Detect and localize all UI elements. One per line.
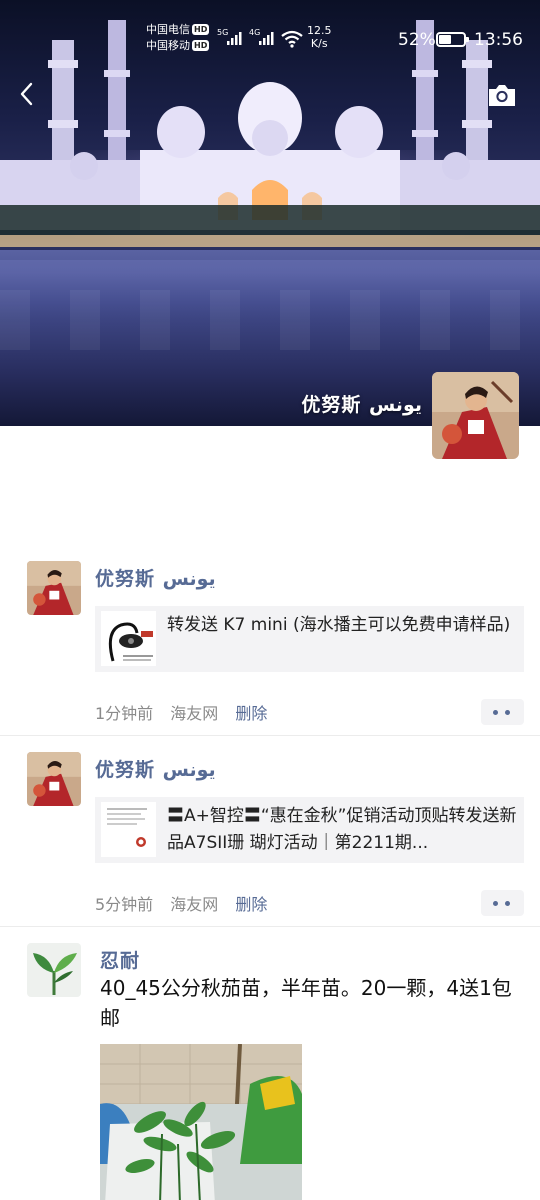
post-time: 1分钟前 (95, 704, 154, 723)
dot-icon (505, 710, 510, 715)
camera-button[interactable] (486, 80, 518, 110)
hd-badge: HD (192, 24, 210, 35)
shared-link-thumbnail (101, 611, 156, 666)
back-button[interactable] (14, 78, 42, 110)
shared-link-thumbnail (101, 802, 156, 857)
hd-badge: HD (192, 40, 210, 51)
clock: 13:56 (474, 30, 523, 50)
chevron-left-icon (20, 82, 33, 106)
avatar-image (27, 943, 81, 997)
plant-seedlings-image (100, 1044, 302, 1200)
camera-icon (489, 85, 515, 106)
network-speed: 12.5 K/s (307, 24, 332, 50)
article-thumbnail-image (101, 802, 156, 857)
post-source[interactable]: 海友网 (170, 704, 218, 723)
battery-level (439, 35, 451, 44)
post-meta: 1分钟前 海友网 删除 (95, 700, 279, 724)
post-author[interactable]: 忍耐 (100, 946, 140, 973)
dot-icon (505, 901, 510, 906)
post-meta: 5分钟前 海友网 删除 (95, 891, 279, 915)
shared-link-card[interactable]: 〓A+智控〓“惠在金秋”促销活动顶贴转发送新品A7SII珊 瑚灯活动｜第2211… (95, 797, 524, 863)
profile-avatar[interactable] (432, 372, 519, 459)
avatar-image (27, 752, 81, 806)
signal-bars-icon (227, 32, 242, 45)
shared-link-card[interactable]: 转发送 K7 mini (海水播主可以免费申请样品) (95, 606, 524, 672)
post-divider (0, 926, 540, 927)
post-photo[interactable] (100, 1044, 302, 1200)
network-speed-unit: K/s (310, 37, 328, 50)
delete-link[interactable]: 删除 (235, 704, 267, 723)
carrier-info: 中国电信 HD 中国移动 HD (146, 22, 210, 54)
post-text: 40_45公分秋茄苗，半年苗。20一颗，4送1包邮 (100, 976, 512, 1030)
carrier-1: 中国电信 (146, 23, 190, 36)
post-avatar[interactable] (27, 561, 81, 615)
post-author[interactable]: 优努斯 يونس (95, 755, 216, 782)
post-author[interactable]: 优努斯 يونس (95, 564, 216, 591)
avatar-image (432, 372, 519, 459)
more-actions-button[interactable] (481, 699, 524, 725)
status-bar: 中国电信 HD 中国移动 HD 5G 4G 12.5 K/s 52% 13:56 (0, 22, 540, 56)
wifi-icon (281, 30, 303, 48)
network-speed-value: 12.5 (307, 24, 332, 37)
shared-link-title: 转发送 K7 mini (海水播主可以免费申请样品) (167, 615, 511, 635)
product-lamp-image (101, 611, 156, 666)
profile-name: 优努斯 يونس (301, 394, 422, 416)
delete-link[interactable]: 删除 (235, 895, 267, 914)
more-actions-button[interactable] (481, 890, 524, 916)
post-avatar[interactable] (27, 943, 81, 997)
battery-icon (436, 32, 469, 47)
carrier-2: 中国移动 (146, 39, 190, 52)
battery-percent: 52% (398, 30, 436, 50)
shared-link-title: 〓A+智控〓“惠在金秋”促销活动顶贴转发送新品A7SII珊 瑚灯活动｜第2211… (167, 806, 517, 853)
signal-bars-icon (259, 32, 274, 45)
post-time: 5分钟前 (95, 895, 154, 914)
dot-icon (493, 901, 498, 906)
profile-cover[interactable]: 中国电信HD 中国移动HD 5G 4G 12.5 K/s 52% 13:56 (0, 0, 540, 426)
dot-icon (493, 710, 498, 715)
post-avatar[interactable] (27, 752, 81, 806)
avatar-image (27, 561, 81, 615)
post-source[interactable]: 海友网 (170, 895, 218, 914)
post-divider (0, 735, 540, 736)
